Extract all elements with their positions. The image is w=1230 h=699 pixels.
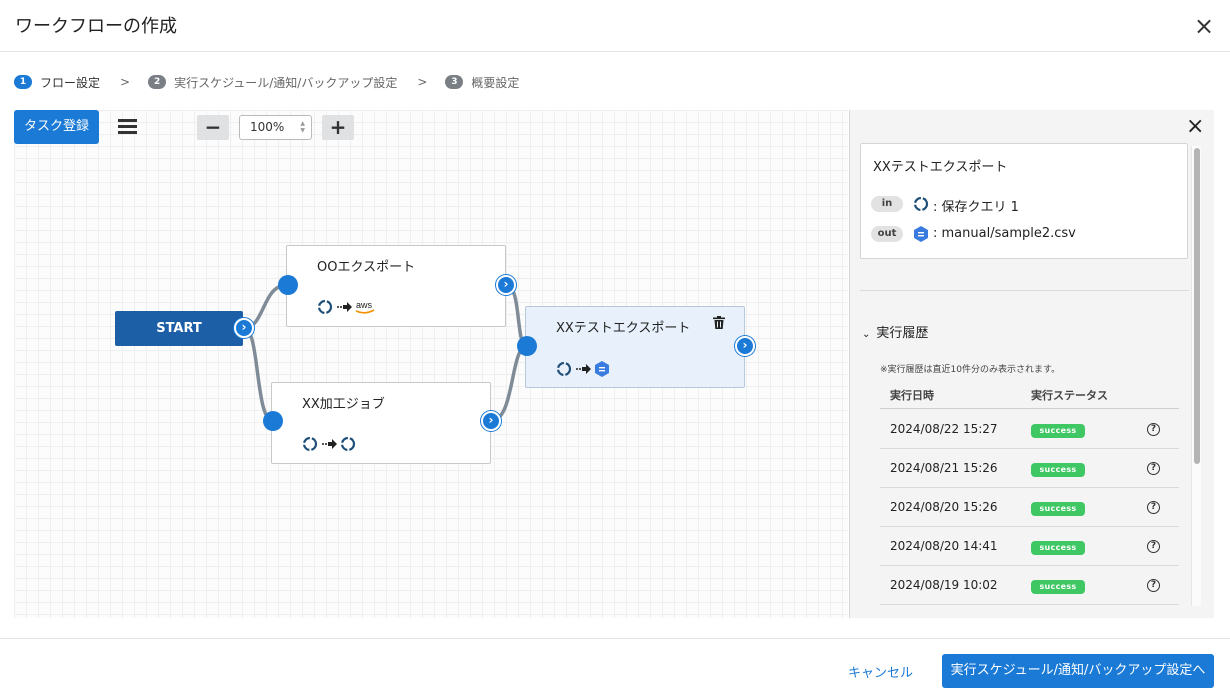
export-input-port[interactable] — [278, 275, 298, 295]
row-date: 2024/08/21 15:26 — [890, 461, 998, 475]
svg-text:aws: aws — [356, 300, 373, 310]
history-toggle[interactable]: ⌄ 実行履歴 — [862, 322, 928, 341]
help-icon[interactable]: ? — [1147, 501, 1160, 514]
table-row: 2024/08/19 10:02 success ? — [880, 566, 1179, 605]
help-icon[interactable]: ? — [1147, 423, 1160, 436]
connector-job-to-test — [490, 344, 528, 423]
arrow-right-icon — [322, 439, 337, 449]
column-date: 実行日時 — [890, 389, 934, 402]
panel-scrollbar[interactable] — [1191, 146, 1201, 606]
next-step-button[interactable]: 実行スケジュール/通知/バックアップ設定へ — [942, 654, 1214, 688]
table-row: 2024/08/22 15:27 success ? — [880, 410, 1179, 449]
export-output-port[interactable]: › — [496, 275, 516, 295]
node-label: OOエクスポート — [317, 260, 416, 275]
register-task-button[interactable]: タスク登録 — [14, 110, 99, 144]
status-badge: success — [1031, 580, 1085, 594]
connector-start-to-job — [243, 326, 274, 423]
aws-icon: aws — [355, 300, 375, 314]
detail-title: XXテストエクスポート — [873, 160, 1008, 175]
node-label: XX加工ジョブ — [302, 397, 385, 412]
start-output-port[interactable]: › — [234, 318, 254, 338]
zoom-out-button[interactable]: − — [197, 115, 229, 140]
arrow-right-icon — [576, 364, 591, 374]
delete-icon[interactable] — [713, 316, 725, 333]
row-date: 2024/08/19 10:02 — [890, 578, 998, 592]
cancel-button[interactable]: キャンセル — [848, 662, 913, 681]
node-detail-card: XXテストエクスポート in : 保存クエリ 1 out : manual/sa… — [860, 143, 1188, 259]
query-icon — [302, 436, 318, 452]
storage-icon — [914, 226, 928, 242]
zoom-in-button[interactable]: + — [322, 115, 354, 140]
query-icon — [556, 361, 572, 377]
test-export-output-port[interactable]: › — [735, 336, 755, 356]
in-value: : 保存クエリ 1 — [933, 200, 1019, 215]
job-input-port[interactable] — [263, 411, 283, 431]
table-row: 2024/08/20 14:41 success ? — [880, 527, 1179, 566]
help-icon[interactable]: ? — [1147, 462, 1160, 475]
query-icon — [340, 436, 356, 452]
out-badge: out — [871, 226, 903, 242]
history-note: ※実行履歴は直近10件分のみ表示されます。 — [880, 365, 1061, 375]
workflow-modal: ワークフローの作成 × 1 フロー設定 > 2 実行スケジュール/通知/バックア… — [0, 0, 1230, 699]
status-badge: success — [1031, 424, 1085, 438]
panel-divider — [860, 290, 1189, 291]
spinner-arrows-icon[interactable]: ▲ ▼ — [300, 120, 305, 134]
storage-icon — [595, 361, 609, 377]
status-badge: success — [1031, 463, 1085, 477]
help-icon[interactable]: ? — [1147, 540, 1160, 553]
node-io-icons — [301, 435, 357, 453]
row-date: 2024/08/20 15:26 — [890, 500, 998, 514]
scrollbar-thumb[interactable] — [1194, 148, 1200, 464]
node-io-icons — [555, 360, 611, 378]
arrow-right-icon — [337, 302, 352, 312]
help-icon[interactable]: ? — [1147, 579, 1160, 592]
test-export-input-port[interactable] — [517, 336, 537, 356]
close-icon[interactable]: × — [1186, 116, 1204, 138]
query-icon — [913, 196, 929, 212]
zoom-level-value: 100% — [250, 120, 285, 134]
node-label: XXテストエクスポート — [556, 321, 691, 336]
table-row: 2024/08/20 15:26 success ? — [880, 488, 1179, 527]
status-badge: success — [1031, 502, 1085, 516]
query-icon — [317, 299, 333, 315]
table-row: 2024/08/21 15:26 success ? — [880, 449, 1179, 488]
in-badge: in — [871, 196, 903, 212]
out-value: : manual/sample2.csv — [933, 226, 1076, 241]
history-toggle-label: 実行履歴 — [876, 326, 929, 341]
status-badge: success — [1031, 541, 1085, 555]
start-node[interactable]: START — [115, 311, 243, 346]
row-date: 2024/08/20 14:41 — [890, 539, 998, 553]
node-io-icons: aws — [316, 298, 376, 316]
chevron-down-icon: ⌄ — [862, 329, 871, 340]
job-output-port[interactable]: › — [481, 411, 501, 431]
history-table-header: 実行日時 実行ステータス — [880, 387, 1179, 409]
column-status: 実行ステータス — [1031, 389, 1108, 402]
row-date: 2024/08/22 15:27 — [890, 422, 998, 436]
zoom-level-input[interactable]: 100% ▲ ▼ — [239, 115, 312, 140]
menu-icon[interactable] — [118, 119, 137, 135]
